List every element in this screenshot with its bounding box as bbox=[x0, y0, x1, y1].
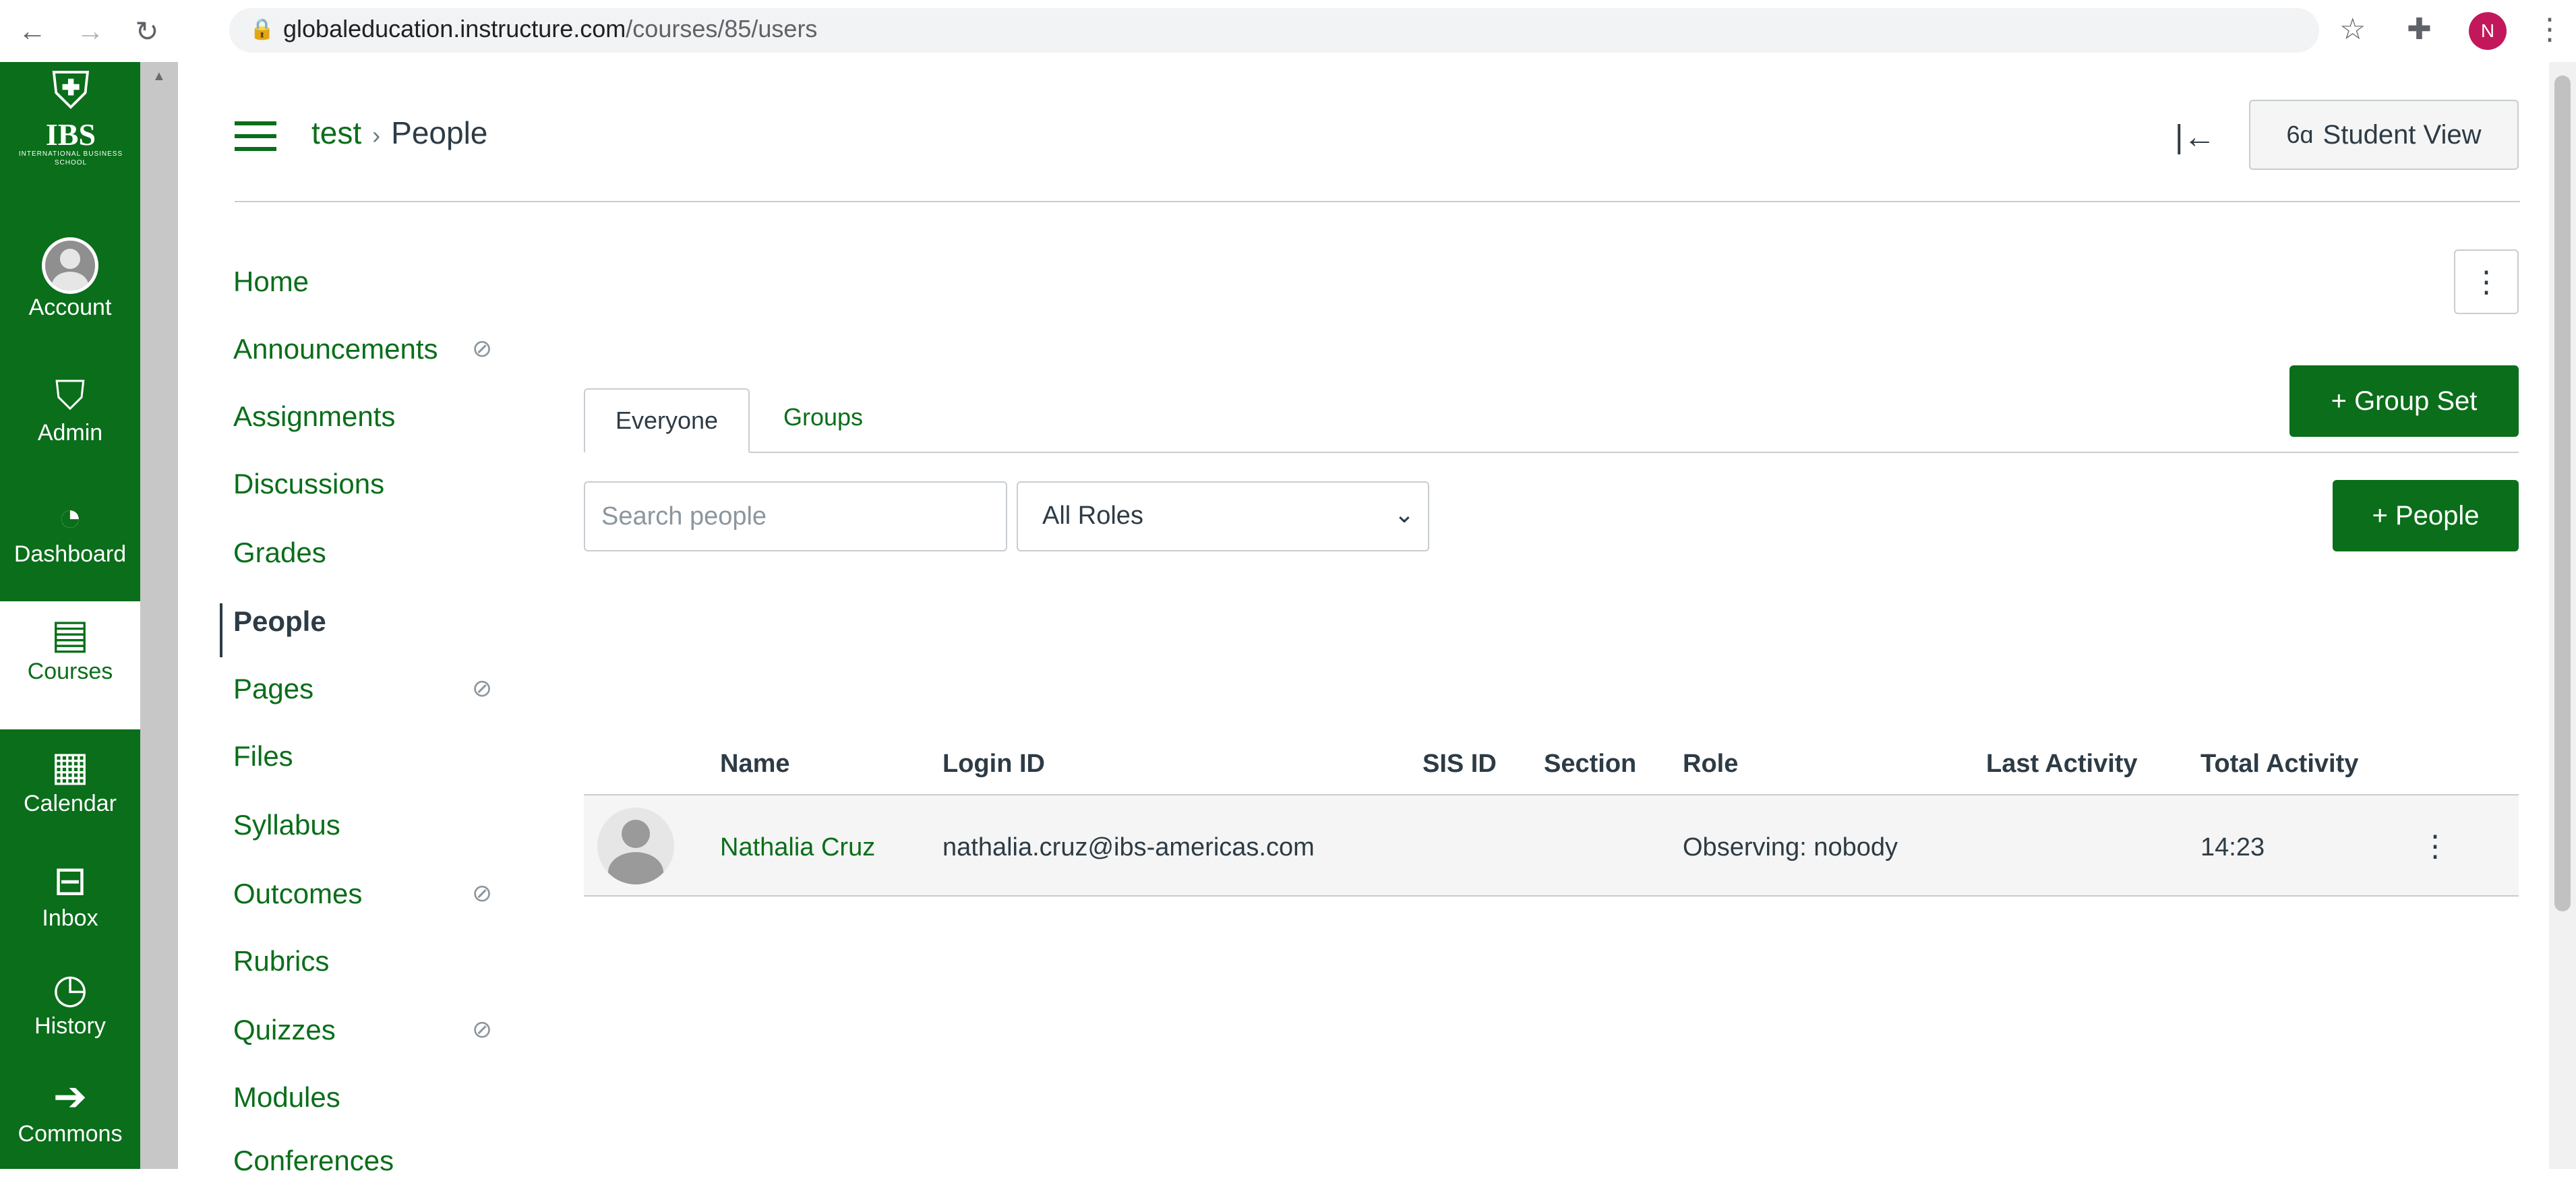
global-navigation: ⛨ IBS INTERNATIONAL BUSINESS SCHOOL Acco… bbox=[0, 62, 140, 1169]
inbox-icon: ⊟ bbox=[53, 858, 88, 903]
column-header-section[interactable]: Section bbox=[1544, 750, 1636, 779]
course-nav-outcomes[interactable]: Outcomes bbox=[233, 878, 362, 910]
speedometer-icon: ◔ bbox=[57, 494, 83, 539]
profile-avatar[interactable]: N bbox=[2469, 12, 2507, 50]
column-header-name[interactable]: Name bbox=[720, 750, 790, 779]
course-menu-toggle[interactable] bbox=[235, 121, 276, 151]
tab-everyone[interactable]: Everyone bbox=[584, 388, 750, 453]
kebab-icon: ⋮ bbox=[2472, 265, 2501, 299]
course-nav-pages[interactable]: Pages bbox=[233, 673, 313, 705]
crest-icon: ⛨ bbox=[51, 62, 90, 119]
column-header-role[interactable]: Role bbox=[1683, 750, 1738, 779]
avatar[interactable] bbox=[597, 808, 674, 884]
global-nav-admin[interactable]: ⛉ Admin bbox=[0, 372, 140, 446]
course-options-menu-button[interactable]: ⋮ bbox=[2454, 249, 2519, 314]
extensions-puzzle-icon[interactable]: ✚ bbox=[2407, 12, 2432, 47]
collapse-sidebar-icon[interactable]: |← bbox=[2175, 119, 2215, 156]
course-nav-modules[interactable]: Modules bbox=[233, 1081, 340, 1114]
course-nav-discussions[interactable]: Discussions bbox=[233, 468, 384, 500]
user-total-activity: 14:23 bbox=[2200, 833, 2265, 862]
row-options-kebab-icon[interactable]: ⋮ bbox=[2420, 829, 2450, 864]
user-role: Observing: nobody bbox=[1683, 833, 1898, 862]
user-name-link[interactable]: Nathalia Cruz bbox=[720, 833, 875, 862]
book-icon: ▤ bbox=[51, 611, 90, 657]
course-nav-grades[interactable]: Grades bbox=[233, 537, 326, 569]
course-nav-rubrics[interactable]: Rubrics bbox=[233, 945, 329, 977]
url-text[interactable]: globaleducation.instructure.com/courses/… bbox=[283, 15, 817, 43]
breadcrumb: test › People bbox=[311, 115, 487, 151]
account-avatar-icon bbox=[42, 237, 98, 294]
bookmark-star-icon[interactable]: ☆ bbox=[2339, 12, 2366, 47]
calendar-icon: ▦ bbox=[51, 744, 90, 789]
page-scrollbar[interactable] bbox=[2549, 62, 2576, 1169]
global-nav-inbox[interactable]: ⊟ Inbox bbox=[0, 857, 140, 932]
hidden-eye-icon: ⊘ bbox=[472, 879, 493, 907]
course-nav-announcements[interactable]: Announcements bbox=[233, 333, 438, 365]
column-header-last-activity[interactable]: Last Activity bbox=[1986, 750, 2138, 779]
add-group-set-button[interactable]: + Group Set bbox=[2289, 365, 2519, 437]
column-header-login-id[interactable]: Login ID bbox=[942, 750, 1045, 779]
browser-menu-icon[interactable]: ⋮ bbox=[2535, 12, 2565, 47]
chevron-down-icon: ⌄ bbox=[1394, 500, 1414, 528]
user-login-id: nathalia.cruz@ibs-americas.com bbox=[942, 833, 1315, 862]
breadcrumb-separator-icon: › bbox=[372, 121, 381, 149]
clock-icon: ◷ bbox=[52, 966, 88, 1011]
breadcrumb-current: People bbox=[391, 115, 488, 150]
glasses-icon: 6ɑ bbox=[2286, 121, 2314, 148]
active-nav-indicator bbox=[220, 603, 222, 657]
tab-groups[interactable]: Groups bbox=[783, 403, 863, 431]
student-view-button[interactable]: 6ɑ Student View bbox=[2249, 100, 2519, 170]
breadcrumb-course-link[interactable]: test bbox=[311, 115, 361, 150]
course-nav-syllabus[interactable]: Syllabus bbox=[233, 809, 340, 841]
ibs-logo[interactable]: ⛨ IBS INTERNATIONAL BUSINESS SCHOOL bbox=[7, 62, 135, 204]
shield-icon: ⛉ bbox=[55, 373, 86, 418]
commons-arrow-icon: ➔ bbox=[53, 1074, 88, 1119]
global-nav-calendar[interactable]: ▦ Calendar bbox=[0, 743, 140, 817]
tabs-divider bbox=[584, 452, 2519, 453]
reload-icon[interactable]: ↻ bbox=[128, 12, 166, 50]
scrollbar-thumb[interactable] bbox=[2554, 76, 2571, 911]
forward-icon[interactable]: → bbox=[71, 12, 109, 50]
column-header-total-activity[interactable]: Total Activity bbox=[2200, 750, 2358, 779]
lock-icon: 🔒 bbox=[249, 18, 275, 40]
course-nav-home[interactable]: Home bbox=[233, 266, 309, 298]
add-people-button[interactable]: + People bbox=[2333, 480, 2519, 551]
scroll-up-icon[interactable]: ▲ bbox=[152, 69, 166, 84]
hidden-eye-icon: ⊘ bbox=[472, 334, 493, 362]
search-people-input[interactable] bbox=[584, 481, 1007, 551]
browser-toolbar: ← → ↻ 🔒 globaleducation.instructure.com/… bbox=[0, 0, 2576, 62]
left-scrollbar[interactable]: ▲ bbox=[140, 62, 178, 1169]
header-divider bbox=[235, 201, 2520, 202]
global-nav-courses[interactable]: ▤ Courses bbox=[0, 601, 140, 729]
hidden-eye-icon: ⊘ bbox=[472, 674, 493, 702]
course-nav-people[interactable]: People bbox=[233, 605, 326, 638]
global-nav-dashboard[interactable]: ◔ Dashboard bbox=[0, 493, 140, 568]
course-nav-files[interactable]: Files bbox=[233, 740, 293, 773]
course-nav-assignments[interactable]: Assignments bbox=[233, 400, 395, 433]
global-nav-account[interactable]: Account bbox=[0, 237, 140, 321]
global-nav-commons[interactable]: ➔ Commons bbox=[0, 1073, 140, 1147]
hidden-eye-icon: ⊘ bbox=[472, 1015, 493, 1043]
course-nav-conferences[interactable]: Conferences bbox=[233, 1145, 394, 1177]
back-icon[interactable]: ← bbox=[13, 12, 51, 50]
course-nav-quizzes[interactable]: Quizzes bbox=[233, 1014, 336, 1046]
global-nav-history[interactable]: ◷ History bbox=[0, 965, 140, 1039]
role-filter-select[interactable]: All Roles ⌄ bbox=[1017, 481, 1429, 551]
column-header-sis-id[interactable]: SIS ID bbox=[1422, 750, 1497, 779]
